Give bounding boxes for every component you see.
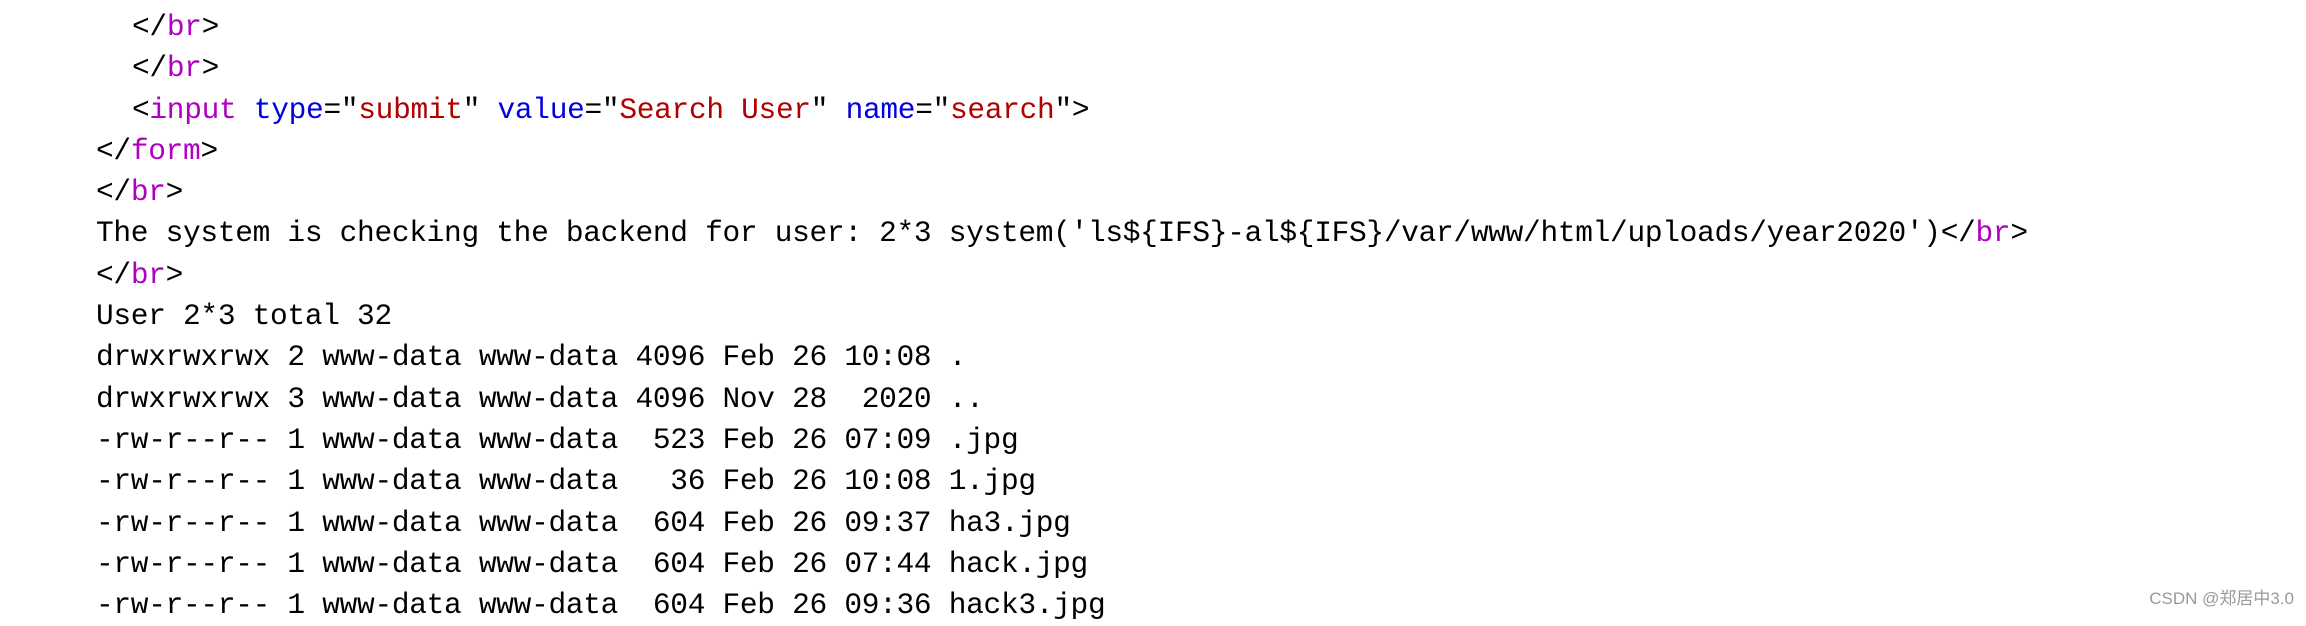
form-close-line: </form> (96, 133, 218, 168)
tag-name: br (166, 10, 202, 44)
tag-name: br (130, 175, 166, 210)
checking-text: The system is checking the backend for u… (96, 216, 1941, 251)
output-line: -rw-r--r-- 1 www-data www-data 523 Feb 2… (96, 422, 1019, 457)
tag-name: br (130, 257, 166, 292)
br-line: </br> (96, 175, 184, 210)
output-line: drwxrwxrwx 3 www-data www-data 4096 Nov … (96, 381, 984, 416)
tag-name: input (149, 92, 237, 127)
attr-name: value (497, 92, 585, 127)
attr-value: search (950, 92, 1055, 127)
br-line: </br> (132, 51, 220, 86)
br-line: </br> (132, 10, 220, 44)
checking-line: The system is checking the backend for u… (96, 216, 2028, 251)
input-line: <input type="submit" value="Search User"… (132, 92, 1090, 127)
output-line: -rw-r--r-- 1 www-data www-data 604 Feb 2… (96, 546, 1088, 581)
output-line: User 2*3 total 32 (96, 299, 392, 334)
attr-value: submit (358, 92, 463, 127)
attr-name: type (253, 92, 324, 127)
tag-name: br (1975, 216, 2011, 251)
source-viewer: </br> </br> <input type="submit" value="… (0, 7, 2306, 626)
attr-value: Search User (619, 92, 811, 127)
output-line: -rw-r--r-- 1 www-data www-data 604 Feb 2… (96, 588, 1106, 623)
output-line: -rw-r--r-- 1 www-data www-data 36 Feb 26… (96, 464, 1036, 499)
output-line: drwxrwxrwx 2 www-data www-data 4096 Feb … (96, 340, 967, 375)
tag-name: br (166, 51, 202, 86)
attr-name: name (845, 92, 916, 127)
output-line: -rw-r--r-- 1 www-data www-data 604 Feb 2… (96, 505, 1071, 540)
watermark: CSDN @郑居中3.0 (2149, 589, 2294, 608)
br-line: </br> (96, 257, 184, 292)
tag-name: form (130, 133, 201, 168)
